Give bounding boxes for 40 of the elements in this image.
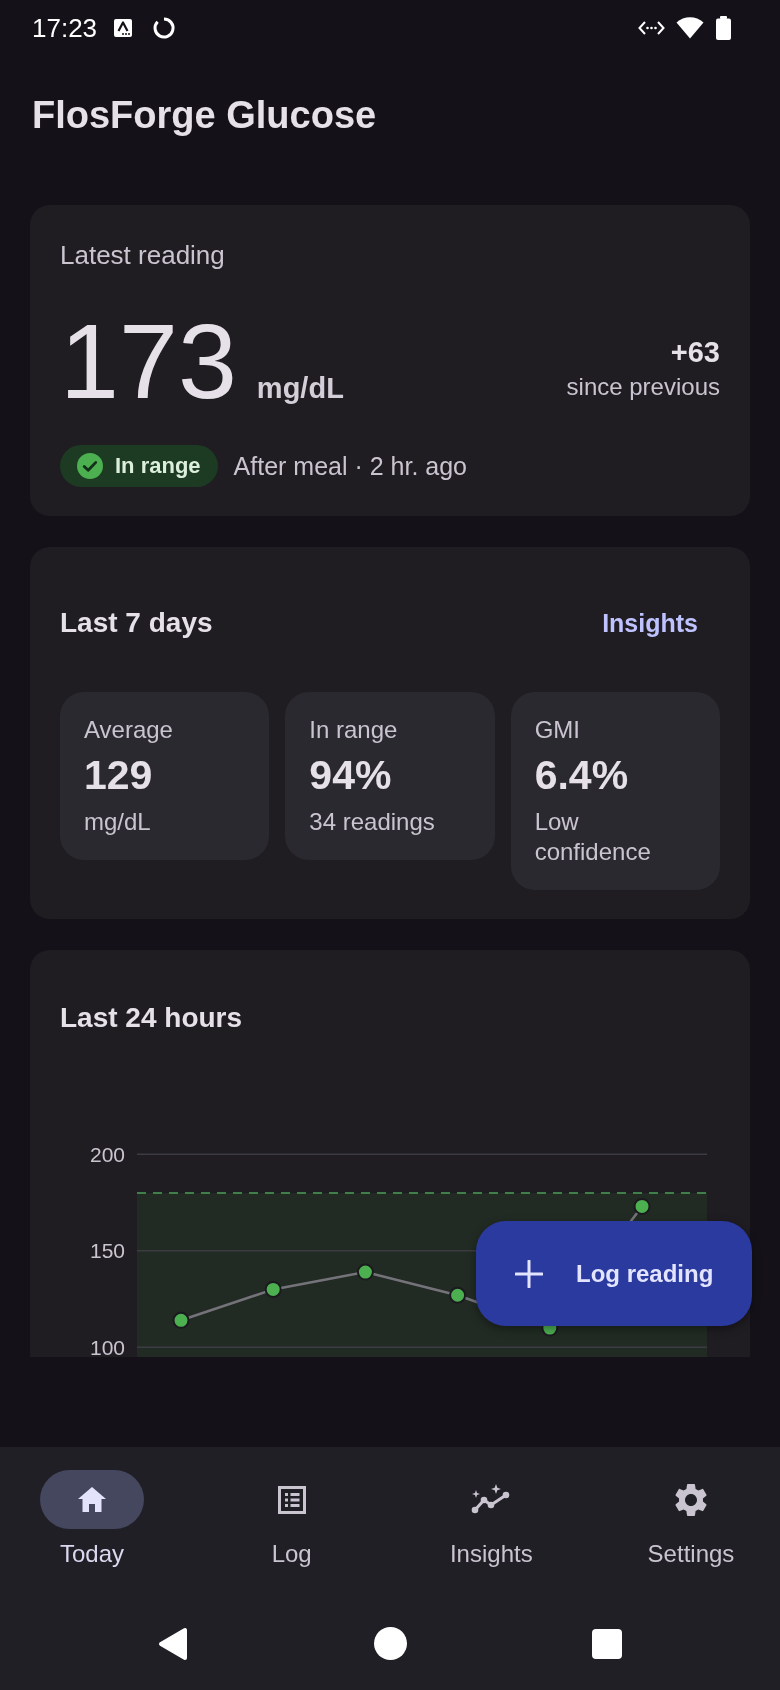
glucose-value: 173 bbox=[60, 308, 237, 414]
stat-value: 6.4% bbox=[534, 751, 630, 799]
stat-label: In range bbox=[309, 716, 399, 744]
loading-ring-icon bbox=[152, 15, 177, 40]
unit-label: mg/dL bbox=[256, 371, 344, 405]
clock-time: 17:23 bbox=[32, 12, 98, 43]
stat-detail: Low confidence bbox=[534, 807, 652, 867]
section-title: Last 24 hours bbox=[60, 1001, 243, 1035]
battery-icon bbox=[716, 15, 731, 40]
status-label: In range bbox=[115, 452, 201, 480]
stat-value: 129 bbox=[84, 751, 154, 799]
nav-tab[interactable]: Settings bbox=[620, 1470, 761, 1571]
change-label: since previous bbox=[566, 372, 720, 402]
stat-value: 94% bbox=[309, 751, 393, 799]
recents-icon[interactable] bbox=[592, 1628, 622, 1659]
axis-tick-label: 150 bbox=[89, 1239, 125, 1263]
plus-icon bbox=[515, 1259, 543, 1288]
nav-tab[interactable]: Insights bbox=[421, 1470, 562, 1571]
stat-detail: 34 readings bbox=[309, 807, 436, 837]
axis-tick-label: 200 bbox=[89, 1142, 125, 1166]
stat-detail: mg/dL bbox=[84, 807, 152, 837]
data-arrows-icon bbox=[638, 19, 665, 36]
stat-label: GMI bbox=[534, 716, 581, 744]
axis-tick-label: 100 bbox=[89, 1335, 125, 1357]
reading-context: After meal · 2 hr. ago bbox=[233, 451, 468, 482]
check-circle-icon bbox=[77, 453, 103, 479]
settings-icon bbox=[673, 1482, 708, 1517]
nav-tab[interactable]: Today bbox=[22, 1470, 162, 1571]
log-reading-button[interactable]: Log reading bbox=[476, 1221, 752, 1326]
text-box-icon bbox=[114, 18, 133, 37]
change-value: +63 bbox=[670, 335, 720, 370]
home-button-icon[interactable] bbox=[373, 1627, 407, 1660]
nav-tab[interactable]: Log bbox=[221, 1470, 362, 1571]
card-label: Latest reading bbox=[60, 239, 225, 271]
insights-link[interactable]: Insights bbox=[580, 597, 720, 649]
back-icon[interactable] bbox=[158, 1626, 188, 1661]
section-title: Last 7 days bbox=[60, 606, 213, 640]
stat-label: Average bbox=[84, 716, 174, 744]
wifi-icon bbox=[676, 16, 704, 39]
app-title: FlosForge Glucose bbox=[32, 93, 377, 137]
